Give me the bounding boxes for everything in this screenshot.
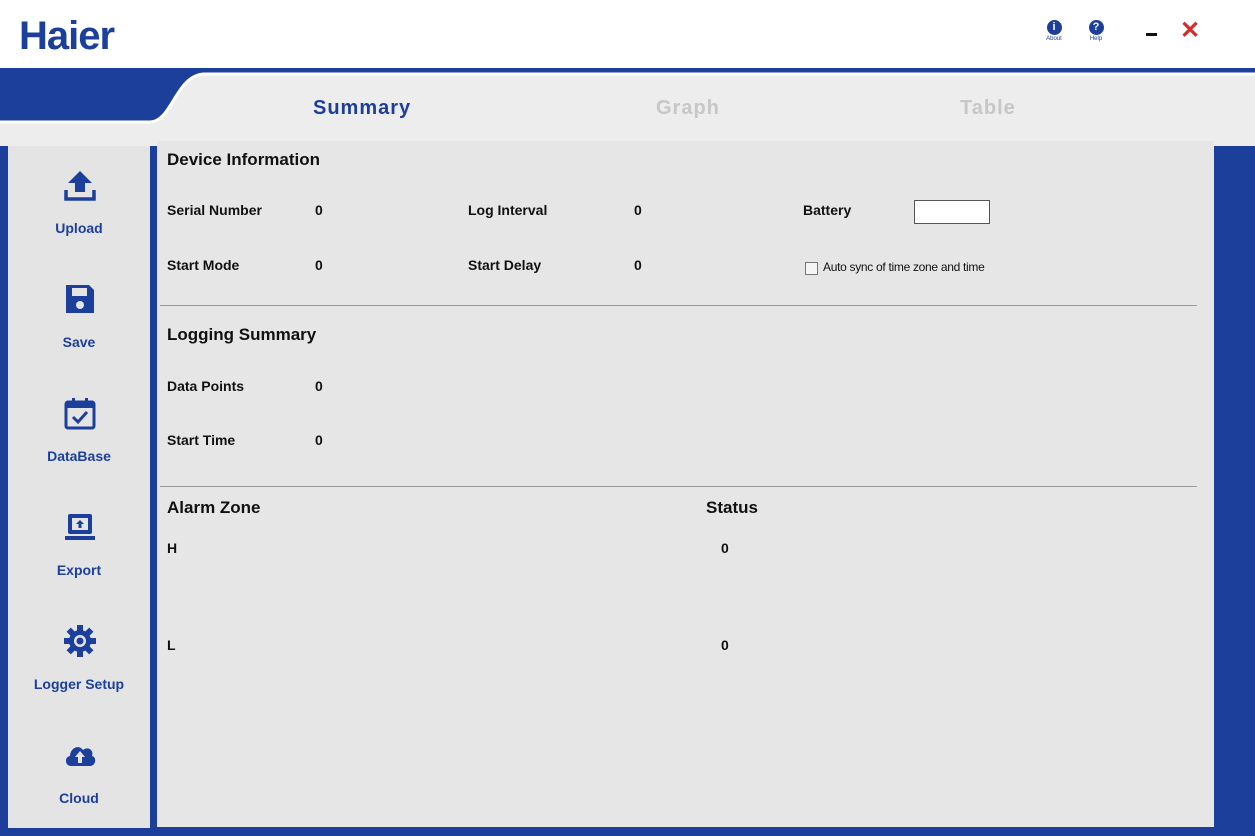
sidebar-item-label: DataBase [47,448,111,464]
sidebar-item-logger-setup[interactable]: Logger Setup [8,612,150,710]
alarm-zone-header: Alarm Zone [167,498,261,517]
sidebar-item-cloud[interactable]: Cloud [8,726,150,824]
gear-icon [64,625,96,657]
floppy-disk-icon [66,285,94,313]
battery-indicator [914,200,990,224]
sidebar-item-label: Cloud [59,790,99,806]
start-mode-value: 0 [315,257,323,273]
alarm-zone-low: L [167,637,176,653]
minimize-icon [1146,33,1157,36]
sidebar-item-label: Logger Setup [33,676,125,692]
upload-icon [64,171,96,201]
tab-summary[interactable]: Summary [313,97,411,120]
cloud-upload-icon [65,747,96,766]
help-icon: ? [1088,20,1104,35]
title-bar: Haier i About ? Help ✕ [0,0,1255,68]
divider [160,305,1197,306]
calendar-check-icon [64,398,96,430]
help-button[interactable]: ? Help [1083,20,1109,42]
sidebar-item-upload[interactable]: Upload [8,156,150,254]
device-info-title: Device Information [167,150,321,169]
start-time-label: Start Time [167,432,236,448]
tab-graph[interactable]: Graph [656,97,720,120]
sidebar: Upload Save DataBase Export Logger Setup… [8,146,150,828]
sidebar-item-label: Save [62,334,96,350]
summary-panel [157,141,1214,827]
laptop-upload-icon [65,514,95,540]
logging-summary-title: Logging Summary [167,325,317,344]
start-time-value: 0 [315,432,323,448]
alarm-zone-high: H [167,540,178,556]
sidebar-item-label: Export [56,562,102,578]
battery-label: Battery [803,202,852,218]
auto-sync-label: Auto sync of time zone and time [823,260,985,274]
sidebar-item-export[interactable]: Export [8,498,150,596]
start-delay-value: 0 [634,257,642,273]
divider [160,486,1197,487]
serial-number-label: Serial Number [167,202,262,218]
alarm-status-low: 0 [721,637,729,653]
log-interval-value: 0 [634,202,642,218]
start-delay-label: Start Delay [468,257,542,273]
sidebar-item-database[interactable]: DataBase [8,384,150,482]
data-points-label: Data Points [167,378,245,394]
tab-header-background [0,72,1255,146]
data-points-value: 0 [315,378,323,394]
sidebar-item-label: Upload [55,220,103,236]
haier-logo: Haier [19,14,115,58]
minimize-button[interactable] [1141,22,1161,42]
sidebar-item-save[interactable]: Save [8,270,150,368]
status-header: Status [706,498,758,517]
auto-sync-checkbox[interactable] [805,262,818,275]
alarm-status-high: 0 [721,540,729,556]
start-mode-label: Start Mode [167,257,240,273]
about-label: About [1046,36,1062,42]
about-button[interactable]: i About [1041,20,1067,42]
help-label: Help [1089,36,1103,42]
tab-table[interactable]: Table [960,97,1016,120]
close-button[interactable]: ✕ [1180,16,1200,46]
serial-number-value: 0 [315,202,323,218]
info-icon: i [1046,20,1062,35]
log-interval-label: Log Interval [468,202,548,218]
